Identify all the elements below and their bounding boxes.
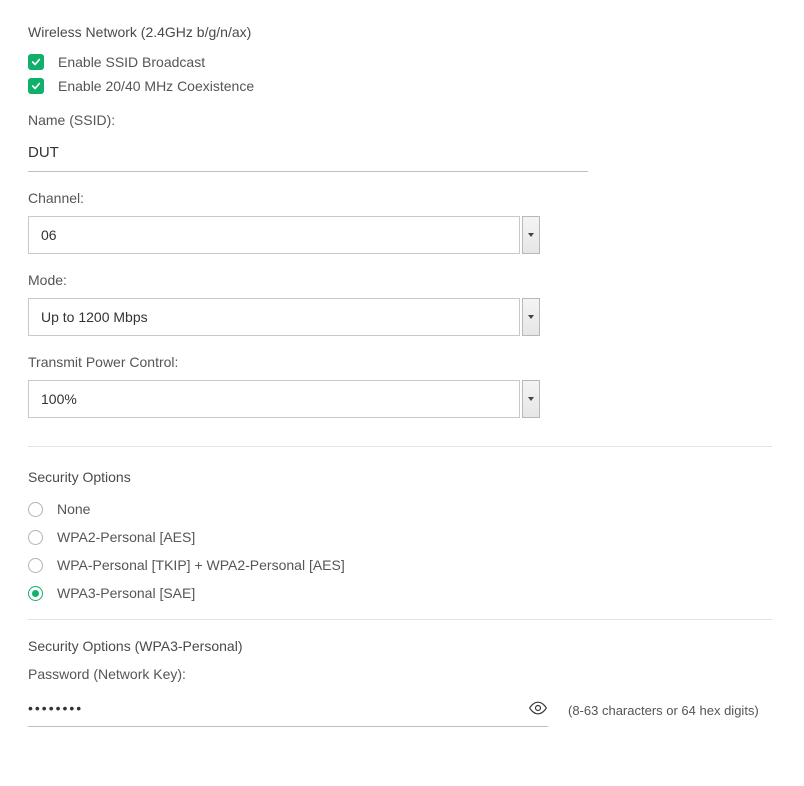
checkbox-row-coexistence: Enable 20/40 MHz Coexistence <box>28 78 776 94</box>
radio-row-mixed: WPA-Personal [TKIP] + WPA2-Personal [AES… <box>28 557 776 573</box>
radio-wpa2[interactable] <box>28 530 43 545</box>
divider <box>28 446 772 447</box>
password-hint: (8-63 characters or 64 hex digits) <box>568 703 759 718</box>
radio-row-wpa3: WPA3-Personal [SAE] <box>28 585 776 601</box>
channel-label: Channel: <box>28 190 776 206</box>
radio-row-wpa2: WPA2-Personal [AES] <box>28 529 776 545</box>
divider-2 <box>28 619 772 620</box>
ssid-input[interactable] <box>28 144 588 161</box>
mode-label: Mode: <box>28 272 776 288</box>
txpower-select[interactable]: 100% <box>28 380 520 418</box>
channel-select-wrap: 06 <box>28 216 520 254</box>
txpower-label: Transmit Power Control: <box>28 354 776 370</box>
channel-select[interactable]: 06 <box>28 216 520 254</box>
checkbox-row-ssid-broadcast: Enable SSID Broadcast <box>28 54 776 70</box>
checkbox-coexistence[interactable] <box>28 78 44 94</box>
security-heading: Security Options <box>28 469 776 485</box>
mode-dropdown-button[interactable] <box>522 298 540 336</box>
checkbox-label-coexistence: Enable 20/40 MHz Coexistence <box>58 78 254 94</box>
radio-label-wpa3: WPA3-Personal [SAE] <box>57 585 195 601</box>
radio-row-none: None <box>28 501 776 517</box>
ssid-label: Name (SSID): <box>28 112 776 128</box>
page-title: Wireless Network (2.4GHz b/g/n/ax) <box>28 24 776 40</box>
ssid-input-wrap <box>28 138 588 172</box>
channel-dropdown-button[interactable] <box>522 216 540 254</box>
txpower-select-wrap: 100% <box>28 380 520 418</box>
radio-wpa3[interactable] <box>28 586 43 601</box>
txpower-dropdown-button[interactable] <box>522 380 540 418</box>
radio-label-mixed: WPA-Personal [TKIP] + WPA2-Personal [AES… <box>57 557 345 573</box>
checkbox-ssid-broadcast[interactable] <box>28 54 44 70</box>
mode-select[interactable]: Up to 1200 Mbps <box>28 298 520 336</box>
eye-icon[interactable] <box>528 701 548 715</box>
mode-select-wrap: Up to 1200 Mbps <box>28 298 520 336</box>
password-input-wrap: •••••••• <box>28 694 548 727</box>
radio-mixed[interactable] <box>28 558 43 573</box>
password-input[interactable]: •••••••• <box>28 700 83 716</box>
password-label: Password (Network Key): <box>28 666 776 682</box>
security-subheading: Security Options (WPA3-Personal) <box>28 638 776 654</box>
radio-label-wpa2: WPA2-Personal [AES] <box>57 529 195 545</box>
radio-none[interactable] <box>28 502 43 517</box>
password-row: •••••••• (8-63 characters or 64 hex digi… <box>28 694 776 727</box>
radio-label-none: None <box>57 501 90 517</box>
checkbox-label-ssid-broadcast: Enable SSID Broadcast <box>58 54 205 70</box>
